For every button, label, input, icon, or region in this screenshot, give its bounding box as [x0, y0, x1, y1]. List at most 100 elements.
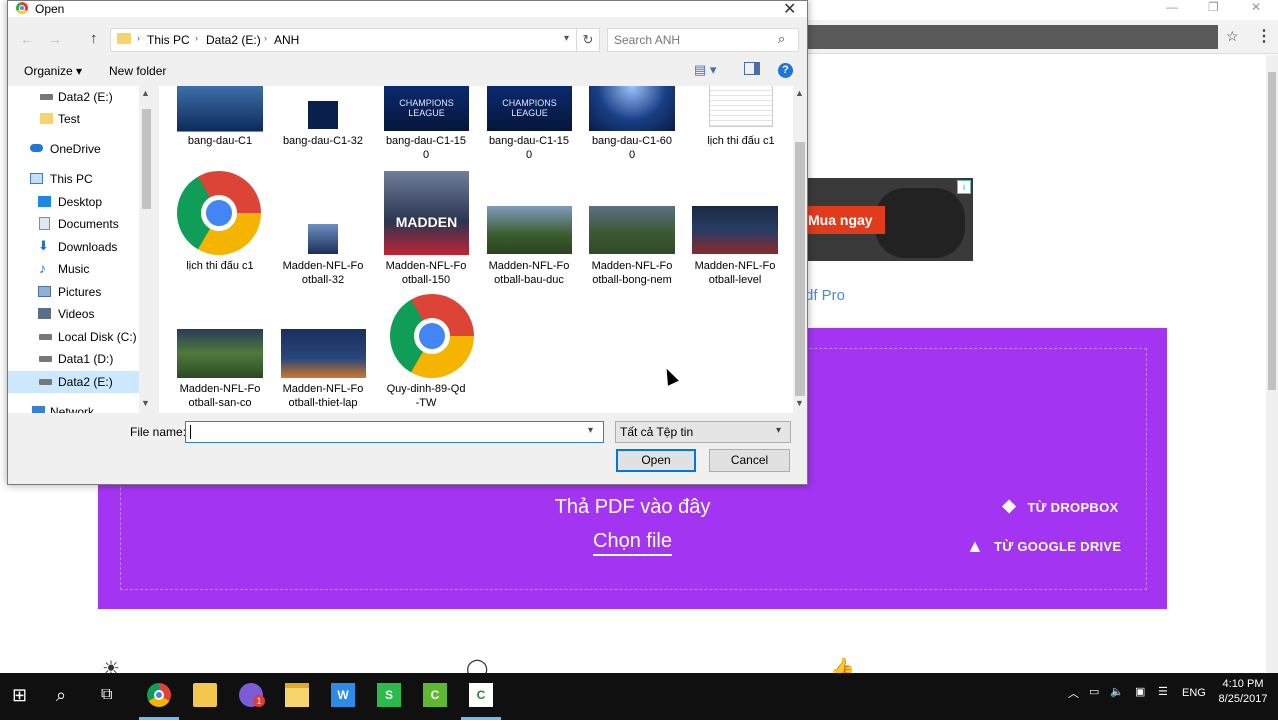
help-icon[interactable]: ? — [778, 63, 793, 78]
scroll-down-icon[interactable]: ▼ — [795, 398, 804, 408]
network-tray-icon[interactable]: ▣ — [1135, 685, 1145, 698]
file-item[interactable]: MADDEN Madden-NFL-Fo otball-150 — [377, 171, 475, 291]
ad-buy-button[interactable]: Mua ngay — [805, 206, 885, 234]
choose-file-link[interactable]: Chọn file — [480, 530, 785, 556]
file-explorer-icon[interactable] — [285, 683, 309, 707]
file-thumbnail — [308, 224, 338, 254]
cancel-button[interactable]: Cancel — [709, 449, 790, 472]
chevron-down-icon[interactable]: ▾ — [776, 425, 781, 436]
back-arrow-icon[interactable]: ← — [20, 31, 34, 47]
breadcrumb[interactable]: › This PC › Data2 (E:) › ANH ▾ — [110, 28, 577, 52]
clock-date[interactable]: 8/25/2017 — [1215, 693, 1271, 705]
restore-icon[interactable]: ❐ — [1208, 0, 1219, 14]
ad-info-icon[interactable]: i — [957, 180, 971, 194]
search-input[interactable]: Search ANH ⌕ — [607, 28, 799, 52]
file-thumbnail — [177, 86, 263, 132]
file-item[interactable]: lịch thi đấu c1 — [692, 86, 790, 166]
browser-menu-icon[interactable]: ⋮ — [1256, 26, 1272, 46]
chevron-down-icon[interactable]: ▾ — [564, 33, 569, 44]
search-icon[interactable]: ⌕ — [56, 683, 80, 707]
breadcrumb-data2[interactable]: Data2 (E:) — [206, 33, 261, 47]
scroll-down-icon[interactable]: ▼ — [141, 398, 150, 408]
camtasia-recorder-icon[interactable]: C — [469, 683, 493, 707]
viber-icon[interactable]: 1 — [239, 683, 265, 707]
nav-item-documents[interactable]: Documents — [8, 213, 148, 235]
file-label: lịch thi đấu c1 — [186, 260, 254, 272]
nav-item-music[interactable]: ♪ Music — [8, 258, 148, 280]
chevron-right-icon[interactable]: › — [137, 33, 140, 43]
filename-field[interactable]: ▾ — [185, 421, 604, 443]
file-manager-icon[interactable] — [193, 683, 217, 707]
file-item[interactable]: lịch thi đấu c1 — [171, 171, 269, 291]
nav-item-pictures[interactable]: Pictures — [8, 281, 148, 303]
chevron-down-icon[interactable]: ▾ — [588, 425, 593, 436]
file-item[interactable]: Madden-NFL-Fo otball-bau-duc — [480, 171, 578, 291]
nav-item-onedrive[interactable]: OneDrive — [8, 138, 148, 160]
start-windows-icon[interactable]: ⊞ — [12, 683, 36, 707]
file-item[interactable]: Madden-NFL-Fo otball-thiet-lap — [274, 294, 372, 413]
action-center-icon[interactable]: ☰ — [1158, 685, 1168, 698]
pdf-pro-link[interactable]: df Pro — [805, 287, 845, 304]
file-item[interactable]: CHAMPIONS LEAGUE bang-dau-C1-15 0 — [377, 86, 475, 166]
file-item[interactable]: CHAMPIONS LEAGUE bang-dau-C1-15 0 — [480, 86, 578, 166]
page-scrollbar-thumb[interactable] — [1268, 72, 1276, 390]
chevron-right-icon[interactable]: › — [264, 33, 267, 43]
scroll-up-icon[interactable]: ▲ — [141, 88, 150, 98]
nav-item-local-disk-c[interactable]: Local Disk (C:) — [8, 326, 148, 348]
tray-chevron-up-icon[interactable]: ︿ — [1068, 685, 1079, 701]
nav-item-data2-top[interactable]: Data2 (E:) — [8, 86, 148, 108]
spreadsheet-icon[interactable]: S — [377, 683, 401, 707]
clock-time[interactable]: 4:10 PM — [1218, 678, 1268, 690]
filetype-select[interactable]: Tất cả Tệp tin ▾ — [615, 421, 791, 443]
language-indicator[interactable]: ENG — [1182, 687, 1206, 699]
change-view-icon[interactable]: ▤ ▾ — [694, 62, 716, 78]
file-item[interactable]: Madden-NFL-Fo otball-bong-nem — [583, 171, 681, 291]
chrome-taskbar-icon[interactable] — [147, 683, 171, 707]
file-item[interactable]: Madden-NFL-Fo otball-level — [686, 171, 784, 291]
nav-item-data1-d[interactable]: Data1 (D:) — [8, 348, 148, 370]
up-arrow-icon[interactable]: ↑ — [90, 30, 98, 47]
word-icon[interactable]: W — [331, 683, 355, 707]
forward-arrow-icon[interactable]: → — [48, 31, 62, 47]
new-folder-button[interactable]: New folder — [109, 64, 166, 78]
nav-item-desktop[interactable]: Desktop — [8, 191, 148, 213]
nav-item-network[interactable]: Network — [8, 401, 148, 413]
scroll-up-icon[interactable]: ▲ — [795, 88, 804, 98]
camtasia-icon[interactable]: C — [423, 683, 447, 707]
battery-icon[interactable]: ▭ — [1089, 685, 1099, 698]
task-view-icon[interactable]: ⧉ — [101, 683, 125, 707]
dropbox-button[interactable]: ❖ TỪ DROPBOX — [1001, 497, 1119, 518]
nav-item-downloads[interactable]: ⬇ Downloads — [8, 236, 148, 258]
file-item[interactable]: Madden-NFL-Fo otball-san-co — [171, 294, 269, 413]
network-icon — [32, 406, 45, 413]
breadcrumb-this-pc[interactable]: This PC — [147, 33, 190, 47]
preview-pane-icon[interactable] — [744, 62, 760, 75]
organize-button[interactable]: Organize ▾ — [24, 64, 82, 78]
navigation-pane[interactable]: Data2 (E:) Test OneDrive This PC Desktop… — [8, 86, 154, 413]
minimize-icon[interactable]: — — [1166, 0, 1178, 14]
file-list[interactable]: bang-dau-C1 bang-dau-C1-32 CHAMPIONS LEAG… — [159, 86, 793, 413]
window-close-icon[interactable]: ✕ — [1251, 0, 1261, 14]
bookmark-star-icon[interactable]: ☆ — [1226, 28, 1239, 45]
breadcrumb-anh[interactable]: ANH — [274, 33, 299, 47]
file-item[interactable]: Madden-NFL-Fo otball-32 — [274, 171, 372, 291]
open-button[interactable]: Open — [616, 449, 696, 472]
nav-item-this-pc[interactable]: This PC — [8, 168, 148, 190]
google-drive-button[interactable]: ▲ TỪ GOOGLE DRIVE — [966, 536, 1121, 557]
address-bar[interactable] — [808, 25, 1218, 49]
chevron-right-icon[interactable]: › — [195, 33, 198, 43]
nav-item-videos[interactable]: Videos — [8, 303, 148, 325]
file-item[interactable]: bang-dau-C1-60 0 — [583, 86, 681, 166]
nav-scrollbar-thumb[interactable] — [142, 109, 151, 209]
file-item[interactable]: bang-dau-C1 — [171, 86, 269, 166]
file-thumbnail — [281, 329, 366, 378]
nav-item-data2-e[interactable]: Data2 (E:) — [8, 371, 148, 393]
refresh-icon[interactable]: ↻ — [576, 28, 600, 52]
nav-item-test[interactable]: Test — [8, 108, 148, 130]
file-item[interactable]: bang-dau-C1-32 — [274, 86, 372, 166]
file-list-scrollbar-thumb[interactable] — [795, 142, 805, 396]
file-item[interactable]: Quy-dinh-89-Qd -TW — [377, 294, 475, 413]
choose-file-label[interactable]: Chọn file — [593, 530, 672, 556]
volume-icon[interactable]: 🔈 — [1110, 685, 1124, 698]
dialog-close-icon[interactable]: ✕ — [783, 0, 796, 19]
